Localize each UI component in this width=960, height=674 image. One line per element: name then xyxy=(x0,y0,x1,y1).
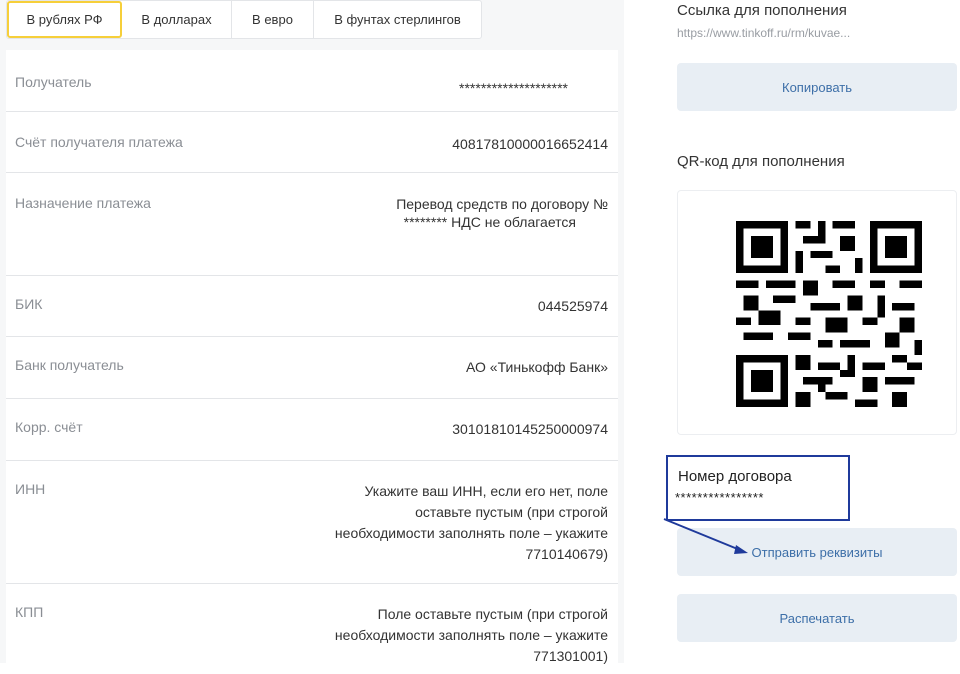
kpp-value-line-3: 771301001) xyxy=(533,648,608,664)
topup-sidebar: Ссылка для пополнения https://www.tinkof… xyxy=(665,0,960,663)
payment-details-panel: В рублях РФ В долларах В евро В фунтах с… xyxy=(0,0,624,674)
tab-gbp[interactable]: В фунтах стерлингов xyxy=(314,1,481,38)
qr-container xyxy=(677,190,957,435)
bik-label: БИК xyxy=(15,296,43,312)
account-value: 40817810000016652414 xyxy=(452,136,608,152)
contract-number-value: **************** xyxy=(675,490,764,505)
purpose-label: Назначение платежа xyxy=(15,195,151,211)
purpose-value-line-2: ******** НДС не облагается xyxy=(403,214,576,230)
topup-link[interactable]: https://www.tinkoff.ru/rm/kuvae... xyxy=(677,26,850,40)
row-purpose: Назначение платежа Перевод средств по до… xyxy=(6,173,618,276)
row-recipient: Получатель ******************** xyxy=(6,50,618,112)
corr-value: 30101810145250000974 xyxy=(452,421,608,437)
link-title: Ссылка для пополнения xyxy=(677,2,847,19)
row-inn: ИНН Укажите ваш ИНН, если его нет, поле … xyxy=(6,461,618,584)
bank-value: АО «Тинькофф Банк» xyxy=(466,359,608,375)
row-kpp: КПП Поле оставьте пустым (при строгой не… xyxy=(6,584,618,674)
inn-value-line-2: оставьте пустым (при строгой xyxy=(415,504,608,520)
copy-button[interactable]: Копировать xyxy=(677,63,957,111)
row-bik: БИК 044525974 xyxy=(6,276,618,337)
account-label: Счёт получателя платежа xyxy=(15,134,183,150)
inn-label: ИНН xyxy=(15,481,46,497)
row-bank: Банк получатель АО «Тинькофф Банк» xyxy=(6,337,618,399)
bank-label: Банк получатель xyxy=(15,357,124,373)
contract-number-title: Номер договора xyxy=(678,468,792,485)
kpp-value-line-1: Поле оставьте пустым (при строгой xyxy=(377,606,608,622)
callout-arrow-icon xyxy=(663,518,748,554)
qr-code-image xyxy=(736,221,922,407)
corr-label: Корр. счёт xyxy=(15,419,83,435)
print-button[interactable]: Распечатать xyxy=(677,594,957,642)
requisites-table: Получатель ******************** Счёт пол… xyxy=(6,50,618,674)
qr-title: QR-код для пополнения xyxy=(677,153,845,170)
inn-value-line-3: необходимости заполнять поле – укажите xyxy=(334,525,608,541)
tab-usd[interactable]: В долларах xyxy=(122,1,232,38)
kpp-label: КПП xyxy=(15,604,44,620)
inn-value-line-4: 7710140679) xyxy=(525,546,608,562)
purpose-value-line-1: Перевод средств по договору № xyxy=(396,196,608,212)
tab-eur[interactable]: В евро xyxy=(232,1,314,38)
inn-value-line-1: Укажите ваш ИНН, если его нет, поле xyxy=(364,483,608,499)
recipient-label: Получатель xyxy=(15,74,92,90)
currency-tabs: В рублях РФ В долларах В евро В фунтах с… xyxy=(6,0,482,39)
tab-rub[interactable]: В рублях РФ xyxy=(7,1,122,38)
kpp-value-line-2: необходимости заполнять поле – укажите xyxy=(334,627,608,643)
contract-number-callout: Номер договора **************** xyxy=(666,455,850,521)
bik-value: 044525974 xyxy=(537,298,608,314)
recipient-value: ******************** xyxy=(459,80,568,96)
row-corr-account: Корр. счёт 30101810145250000974 xyxy=(6,399,618,461)
row-account: Счёт получателя платежа 4081781000001665… xyxy=(6,112,618,173)
